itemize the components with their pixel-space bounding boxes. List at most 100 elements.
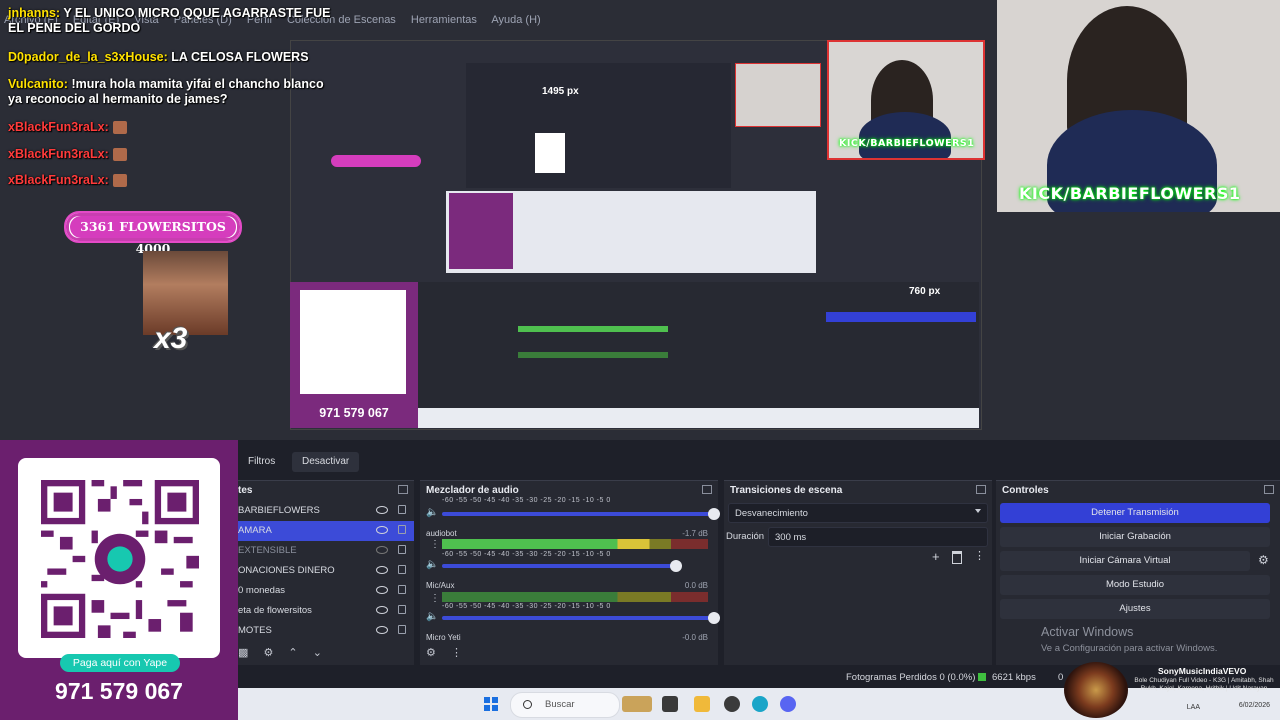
source-item-selected[interactable]: AMARA	[238, 521, 414, 541]
source-label: 0 monedas	[238, 585, 286, 596]
lock-icon[interactable]	[398, 505, 406, 514]
nested-taskbar	[418, 408, 979, 428]
eye-icon[interactable]	[376, 526, 388, 534]
source-toolbar: Filtros Desactivar	[238, 452, 1280, 474]
duration-input[interactable]: 300 ms	[768, 527, 988, 547]
transition-select[interactable]: Desvanecimiento	[728, 503, 988, 523]
yape-qr-card	[18, 458, 220, 658]
channel-name: Mic/Aux	[426, 581, 455, 590]
move-down-icon[interactable]: ⌄	[313, 647, 322, 659]
source-item[interactable]: BARBIEFLOWERS	[238, 501, 414, 521]
start-recording-button[interactable]: Iniciar Grabación	[1000, 527, 1270, 547]
source-item[interactable]: 0 monedas	[238, 581, 414, 601]
move-up-icon[interactable]: ⌃	[288, 647, 297, 659]
advanced-audio-icon[interactable]: ⚙	[426, 647, 436, 659]
lock-icon[interactable]	[398, 605, 406, 614]
chat-message: Vulcanito: !mura hola mamita yifai el ch…	[8, 77, 328, 107]
kick-label-large: KICK/BARBIEFLOWERS1	[1019, 184, 1241, 203]
source-item[interactable]: MOTES	[238, 621, 414, 641]
menu-item-help[interactable]: Ayuda (H)	[491, 14, 540, 26]
channel-db: -0.0 dB	[682, 633, 708, 642]
start-virtual-camera-button[interactable]: Iniciar Cámara Virtual	[1000, 551, 1250, 571]
speaker-icon[interactable]: 🔈	[426, 507, 438, 518]
studio-mode-button[interactable]: Modo Estudio	[1000, 575, 1270, 595]
more-icon[interactable]: ⋮	[430, 593, 440, 604]
emote-icon	[112, 174, 127, 188]
volume-fader[interactable]	[442, 612, 720, 624]
volume-fader[interactable]	[442, 508, 720, 520]
eye-icon[interactable]	[376, 606, 388, 614]
mixer-title: Mezclador de audio	[426, 485, 519, 496]
activate-windows-watermark: Activar Windows Ve a Configuración para …	[1041, 625, 1217, 654]
source-label: MOTES	[238, 625, 272, 636]
taskbar-search[interactable]: Buscar	[510, 692, 620, 718]
stream-health-icon	[978, 673, 986, 681]
speaker-icon[interactable]: 🔈	[426, 559, 438, 570]
activate-windows-subtitle: Ve a Configuración para activar Windows.	[1041, 643, 1218, 654]
lock-icon[interactable]	[398, 585, 406, 594]
nested-docks	[418, 282, 979, 408]
add-icon[interactable]: +	[932, 549, 940, 564]
status-extra: 0	[1058, 672, 1064, 683]
edge-icon[interactable]	[752, 696, 768, 712]
deactivate-button[interactable]: Desactivar	[292, 452, 360, 472]
menu-item-tools[interactable]: Herramientas	[411, 14, 477, 26]
source-item[interactable]: ONACIONES DINERO	[238, 561, 414, 581]
qr-code-preview	[300, 290, 406, 394]
widgets-icon[interactable]	[622, 696, 652, 712]
filters-button[interactable]: Filtros	[238, 452, 285, 472]
chat-username: jnhanns:	[8, 6, 61, 20]
popout-icon[interactable]	[976, 485, 986, 494]
lock-icon[interactable]	[398, 545, 406, 554]
emote-icon	[112, 121, 127, 135]
meter-scale: -60 -55 -50 -45 -40 -35 -30 -25 -20 -15 …	[442, 497, 611, 504]
chat-message: xBlackFun3raLx:	[8, 173, 127, 188]
px-label-1495: 1495 px	[542, 86, 579, 97]
source-item[interactable]: EXTENSIBLE	[238, 541, 414, 561]
task-view-icon[interactable]	[662, 696, 678, 712]
source-item[interactable]: eta de flowersitos	[238, 601, 414, 621]
volume-meter	[442, 539, 708, 549]
eye-icon[interactable]	[376, 566, 388, 574]
channel-name: Micro Yeti	[426, 633, 461, 642]
lock-icon[interactable]	[398, 625, 406, 634]
popout-icon[interactable]	[702, 485, 712, 494]
gear-icon[interactable]: ⚙	[263, 647, 273, 659]
lock-icon[interactable]	[398, 525, 406, 534]
album-art	[1064, 662, 1128, 718]
eye-icon[interactable]	[376, 506, 388, 514]
source-label: BARBIEFLOWERS	[238, 505, 320, 516]
more-icon[interactable]: ⋮	[430, 539, 440, 550]
sources-footer: ▩ ⚙ ⌃ ⌄	[238, 646, 334, 659]
obs-icon[interactable]	[724, 696, 740, 712]
eye-icon[interactable]	[376, 626, 388, 634]
windows-start-icon[interactable]	[484, 697, 498, 711]
more-icon[interactable]: ⋮	[451, 647, 462, 659]
popout-icon[interactable]	[1264, 485, 1274, 494]
popout-icon[interactable]	[398, 485, 408, 494]
stop-streaming-button[interactable]: Detener Transmisión	[1000, 503, 1270, 523]
file-explorer-icon[interactable]	[694, 696, 710, 712]
nested-cam	[735, 63, 821, 127]
gear-icon[interactable]: ⚙	[1258, 553, 1269, 567]
discord-icon[interactable]	[780, 696, 796, 712]
lock-icon[interactable]	[398, 565, 406, 574]
source-properties-icon[interactable]: ▩	[238, 647, 248, 659]
volume-fader[interactable]	[442, 560, 682, 572]
settings-button[interactable]: Ajustes	[1000, 599, 1270, 619]
eye-icon[interactable]	[376, 586, 388, 594]
eye-off-icon[interactable]	[376, 546, 388, 554]
chat-message: xBlackFun3raLx:	[8, 120, 127, 135]
controls-title: Controles	[1002, 485, 1049, 496]
trash-icon[interactable]	[952, 551, 962, 564]
camera-feed-small: KICK/BARBIEFLOWERS1	[827, 40, 985, 160]
transitions-title: Transiciones de escena	[730, 485, 843, 496]
person-shirt	[859, 112, 951, 158]
emote-icon	[112, 148, 127, 162]
px-label-760: 760 px	[909, 286, 941, 297]
mixer-footer: ⚙ ⋮	[426, 646, 474, 659]
source-label: AMARA	[238, 525, 272, 536]
speaker-icon[interactable]: 🔈	[426, 611, 438, 622]
more-icon[interactable]: ⋮	[974, 549, 985, 562]
preview-canvas[interactable]: Archivo (F) Editar (E) Vista Paneles (D)…	[0, 0, 1280, 440]
